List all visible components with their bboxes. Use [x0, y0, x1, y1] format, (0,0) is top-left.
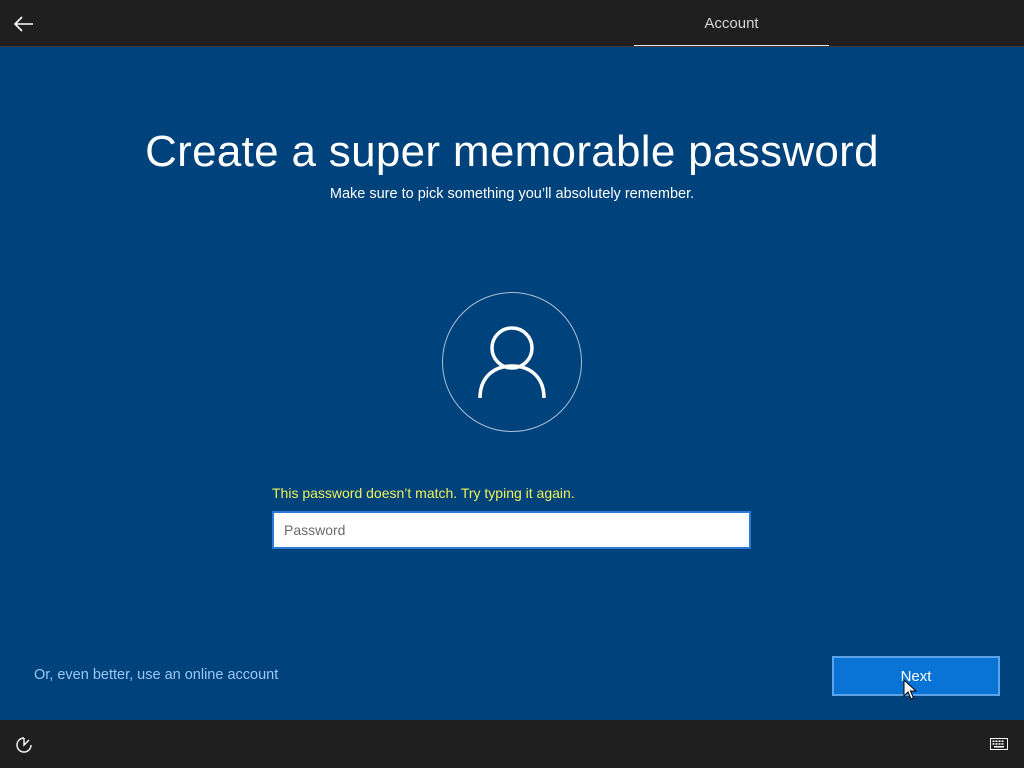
- user-icon: [478, 326, 546, 399]
- ease-of-access-icon[interactable]: [14, 735, 34, 755]
- online-account-link[interactable]: Or, even better, use an online account: [34, 667, 278, 683]
- main-panel: Create a super memorable password Make s…: [0, 47, 1024, 720]
- avatar: [442, 292, 582, 432]
- top-bar: Account: [0, 0, 1024, 47]
- tab-account[interactable]: Account: [634, 0, 829, 47]
- bottom-bar: [0, 720, 1024, 768]
- error-message: This password doesn’t match. Try typing …: [272, 485, 575, 501]
- page-title: Create a super memorable password: [145, 127, 879, 176]
- back-arrow-icon: [14, 16, 33, 32]
- keyboard-icon[interactable]: [990, 738, 1008, 750]
- mouse-cursor-icon: [903, 679, 917, 700]
- page-subtitle: Make sure to pick something you’ll absol…: [329, 186, 695, 202]
- password-input[interactable]: [272, 511, 751, 549]
- back-button[interactable]: [8, 8, 40, 40]
